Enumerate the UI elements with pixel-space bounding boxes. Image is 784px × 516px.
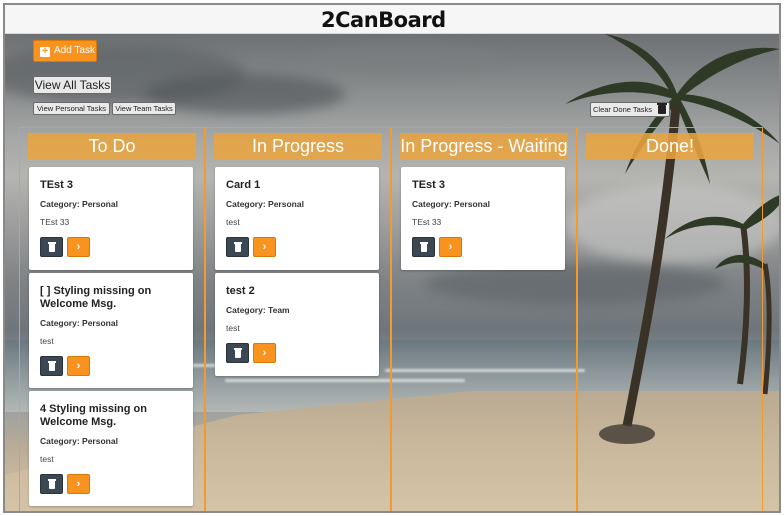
card-title: Card 1 xyxy=(226,179,261,191)
plus-icon: + xyxy=(40,47,50,57)
advance-task-button[interactable]: › xyxy=(67,237,90,257)
advance-task-button[interactable]: › xyxy=(253,343,276,363)
card-description: test xyxy=(226,323,240,333)
advance-task-button[interactable]: › xyxy=(67,356,90,376)
chevron-right-icon: › xyxy=(262,347,267,359)
card-description: TEst 33 xyxy=(40,217,70,227)
delete-task-button[interactable] xyxy=(412,237,435,257)
column-in-progress-waiting: In Progress - Waiting TEst 3 Category: P… xyxy=(391,127,577,511)
view-personal-tasks-button[interactable]: View Personal Tasks xyxy=(33,102,110,115)
card-title: 4 Styling missing on Welcome Msg. xyxy=(40,403,147,428)
delete-task-button[interactable] xyxy=(226,343,249,363)
column-done: Done! xyxy=(577,127,763,511)
task-card: TEst 3 Category: Personal TEst 33 › xyxy=(29,167,193,270)
logo-text: 2CanBoard xyxy=(321,8,446,32)
add-task-label: Add Task xyxy=(54,45,95,56)
trash-icon xyxy=(657,103,667,114)
app-logo: 2CanBoard xyxy=(321,8,446,32)
card-category: Category: Personal xyxy=(40,318,118,328)
view-all-tasks-button[interactable]: View All Tasks xyxy=(33,76,112,94)
column-header: To Do xyxy=(28,133,196,159)
trash-icon xyxy=(48,479,56,489)
card-category: Category: Personal xyxy=(40,199,118,209)
task-card: [ ] Styling missing on Welcome Msg. Cate… xyxy=(29,273,193,388)
card-category: Category: Team xyxy=(226,305,290,315)
chevron-right-icon: › xyxy=(262,241,267,253)
delete-task-button[interactable] xyxy=(40,356,63,376)
clear-done-label: Clear Done Tasks xyxy=(593,105,653,114)
clear-done-tasks-button[interactable]: Clear Done Tasks xyxy=(590,102,670,117)
card-description: test xyxy=(226,217,240,227)
column-header: Done! xyxy=(586,133,754,159)
task-card: TEst 3 Category: Personal TEst 33 › xyxy=(401,167,565,270)
chevron-right-icon: › xyxy=(448,241,453,253)
advance-task-button[interactable]: › xyxy=(67,474,90,494)
card-description: test xyxy=(40,454,54,464)
card-title: TEst 3 xyxy=(40,179,74,191)
card-category: Category: Personal xyxy=(412,199,490,209)
delete-task-button[interactable] xyxy=(40,474,63,494)
view-team-tasks-button[interactable]: View Team Tasks xyxy=(112,102,176,115)
chevron-right-icon: › xyxy=(76,478,81,490)
trash-icon xyxy=(234,348,242,358)
delete-task-button[interactable] xyxy=(226,237,249,257)
card-title: TEst 3 xyxy=(412,179,446,191)
advance-task-button[interactable]: › xyxy=(253,237,276,257)
add-task-button[interactable]: + Add Task xyxy=(33,40,97,62)
card-category: Category: Personal xyxy=(226,199,304,209)
card-category: Category: Personal xyxy=(40,436,118,446)
chevron-right-icon: › xyxy=(76,241,81,253)
delete-task-button[interactable] xyxy=(40,237,63,257)
app-header: 2CanBoard xyxy=(5,5,779,34)
app-window: 2CanBoard + Add Task View All Tasks View… xyxy=(3,3,781,513)
task-card: Card 1 Category: Personal test › xyxy=(215,167,379,270)
task-card: test 2 Category: Team test › xyxy=(215,273,379,376)
column-to-do: To Do TEst 3 Category: Personal TEst 33 … xyxy=(19,127,205,511)
column-header: In Progress xyxy=(214,133,382,159)
column-in-progress: In Progress Card 1 Category: Personal te… xyxy=(205,127,391,511)
advance-task-button[interactable]: › xyxy=(439,237,462,257)
trash-icon xyxy=(48,242,56,252)
task-card: 4 Styling missing on Welcome Msg. Catego… xyxy=(29,391,193,506)
trash-icon xyxy=(420,242,428,252)
column-header: In Progress - Waiting xyxy=(400,133,568,159)
card-description: TEst 33 xyxy=(412,217,442,227)
card-title: [ ] Styling missing on Welcome Msg. xyxy=(40,285,152,310)
chevron-right-icon: › xyxy=(76,360,81,372)
card-title: test 2 xyxy=(226,285,255,297)
card-description: test xyxy=(40,336,54,346)
trash-icon xyxy=(48,361,56,371)
trash-icon xyxy=(234,242,242,252)
